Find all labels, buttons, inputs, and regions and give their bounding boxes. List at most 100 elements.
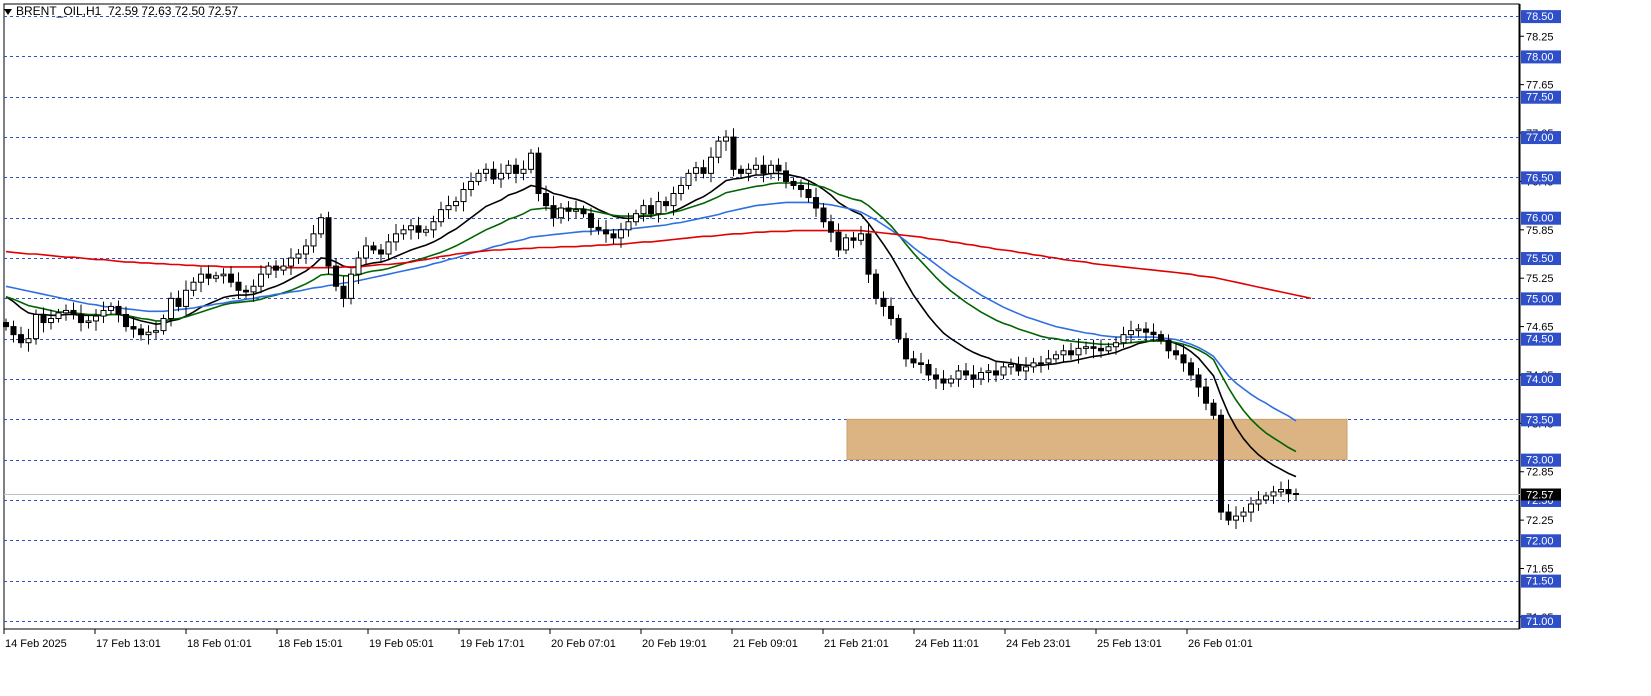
time-tick-label: 21 Feb 21:01 (824, 638, 889, 650)
candle-body (1263, 495, 1269, 501)
candle-body (618, 229, 624, 239)
candle[interactable] (895, 314, 902, 343)
candle-body (1015, 363, 1022, 372)
price-tick-label: 71.65 (1526, 564, 1554, 576)
price-chart[interactable]: 78.2577.6577.0576.4575.8575.2574.6574.05… (0, 0, 1651, 691)
level-label: 73.50 (1526, 414, 1554, 426)
candle-body (235, 281, 242, 291)
candle-body (933, 374, 939, 380)
level-label: 71.50 (1526, 576, 1554, 588)
candle-body (475, 172, 482, 182)
candle-body (978, 372, 984, 380)
candle-body (738, 168, 744, 174)
level-label: 77.00 (1526, 132, 1554, 144)
candle[interactable] (528, 149, 534, 174)
candle-body (498, 172, 504, 180)
candle-body (678, 184, 684, 195)
candle-body (565, 207, 572, 212)
candle-body (633, 213, 639, 223)
chart-root: 78.2577.6577.0576.4575.8575.2574.6574.05… (0, 0, 1651, 691)
candle-body (865, 233, 872, 275)
candle-body (1293, 493, 1299, 496)
candle-body (168, 297, 174, 320)
candle-body (640, 205, 647, 215)
candle-body (775, 164, 782, 172)
dropdown-triangle-icon[interactable] (4, 8, 12, 15)
candle-body (903, 338, 909, 360)
time-tick-label: 21 Feb 09:01 (733, 638, 798, 650)
candle-body (408, 225, 414, 231)
candle-body (1158, 334, 1164, 341)
candle-body (543, 193, 549, 207)
candle-body (858, 233, 864, 241)
candle[interactable] (1218, 409, 1224, 520)
candle-body (483, 168, 489, 174)
candle-body (753, 164, 759, 170)
time-tick-label: 19 Feb 05:01 (369, 638, 434, 650)
time-tick-label: 14 Feb 2025 (5, 638, 67, 650)
resistance-zone[interactable] (846, 418, 1348, 461)
candle-body (1210, 402, 1217, 416)
level-label: 76.50 (1526, 172, 1554, 184)
candle-body (108, 305, 114, 311)
candle-body (10, 326, 17, 336)
level-label: 74.50 (1526, 334, 1554, 346)
candle-body (1150, 331, 1157, 336)
candle-body (1113, 342, 1119, 348)
candle[interactable] (535, 147, 542, 202)
candle-body (1083, 346, 1089, 349)
candle-body (220, 273, 227, 277)
candle-body (430, 221, 437, 231)
candle-body (813, 197, 819, 209)
candle-body (708, 156, 714, 174)
price-tick-label: 74.65 (1526, 322, 1554, 334)
candle-body (400, 229, 407, 235)
candle-body (970, 374, 977, 380)
candle-body (393, 233, 399, 243)
candle-body (48, 318, 54, 324)
candle-body (310, 233, 317, 247)
candle-body (295, 253, 302, 259)
time-tick-label: 18 Feb 01:01 (187, 638, 252, 650)
candle-body (1000, 366, 1007, 376)
candle-body (1195, 374, 1202, 388)
candle-body (685, 172, 692, 186)
candle-body (115, 305, 122, 315)
candle-body (205, 273, 212, 279)
ohlc-readout: 72.59 72.63 72.50 72.57 (108, 4, 239, 18)
candle-body (955, 370, 962, 380)
level-label: 72.00 (1526, 535, 1554, 547)
candle-body (445, 205, 452, 211)
candle-body (723, 136, 729, 142)
candle-body (588, 213, 594, 228)
candle-body (520, 168, 527, 174)
candle-body (1135, 328, 1142, 332)
candle-body (850, 237, 857, 241)
candle-body (145, 331, 152, 336)
price-tick-label: 75.25 (1526, 273, 1554, 285)
candle[interactable] (318, 213, 324, 238)
symbol-label: BRENT_OIL,H1 (16, 4, 102, 18)
candle-body (3, 322, 9, 328)
candle-body (873, 273, 879, 299)
candle-body (1098, 347, 1104, 352)
candle-body (918, 362, 924, 365)
time-tick-label: 20 Feb 07:01 (551, 638, 616, 650)
candle-body (415, 225, 422, 233)
candle-body (123, 313, 129, 328)
candle-body (940, 378, 947, 384)
level-label: 78.00 (1526, 51, 1554, 63)
time-tick-label: 25 Feb 13:01 (1097, 638, 1162, 650)
candle-body (250, 285, 257, 293)
candle-body (460, 188, 467, 203)
candle-body (925, 363, 932, 376)
candle-body (670, 193, 677, 207)
candle-body (1060, 350, 1067, 356)
candle-body (213, 275, 219, 279)
price-tick-label: 78.25 (1526, 31, 1554, 43)
candle-body (18, 334, 24, 344)
level-label: 77.50 (1526, 92, 1554, 104)
candle-body (715, 140, 722, 158)
candle-body (1240, 511, 1247, 517)
candle[interactable] (325, 211, 332, 274)
